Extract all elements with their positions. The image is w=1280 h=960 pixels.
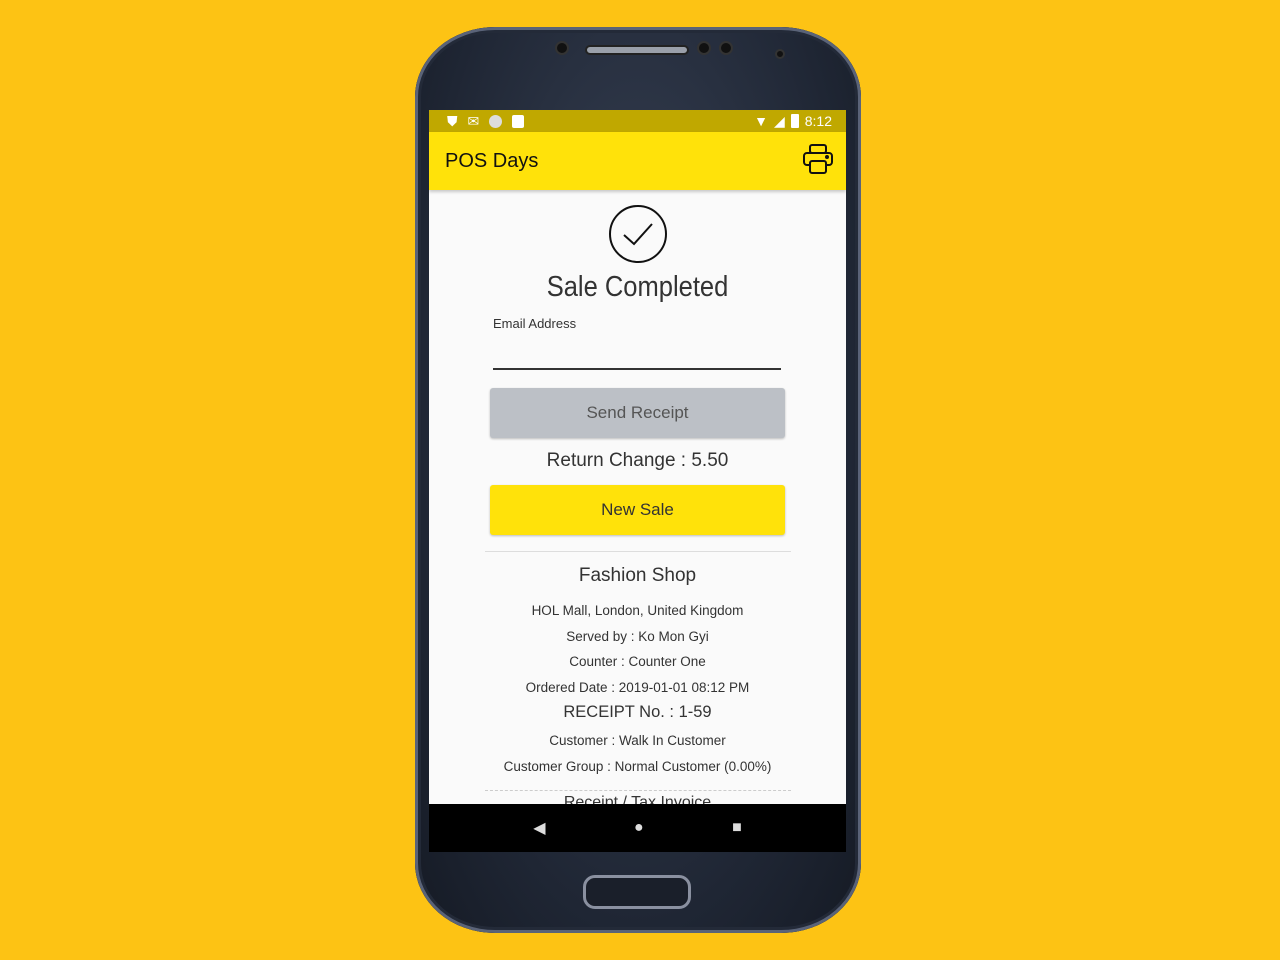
receipt-number: RECEIPT No. : 1-59 (563, 703, 712, 721)
counter: Counter : Counter One (569, 654, 706, 669)
circle-icon (489, 114, 503, 128)
check-circle-icon (608, 205, 667, 263)
return-change: Return Change : 5.50 (546, 450, 729, 471)
sd-card-icon (512, 114, 525, 128)
home-hardware-button[interactable] (583, 875, 691, 909)
printer-icon[interactable] (802, 143, 834, 180)
served-by: Served by : Ko Mon Gyi (566, 628, 709, 644)
sensor-icon (719, 41, 733, 55)
battery-icon (790, 114, 799, 128)
shield-icon: ⛊ (447, 112, 458, 129)
gmail-icon: ✉ (467, 112, 480, 129)
camera-icon (555, 41, 569, 55)
home-icon[interactable]: ● (634, 819, 644, 837)
screen: ⛊ ✉ ▼ ◢ 8:12 POS Days Sale Completed Ema… (429, 110, 846, 852)
shop-address: HOL Mall, London, United Kingdom (531, 603, 744, 618)
sale-complete-panel: Sale Completed Email Address Send Receip… (429, 190, 846, 811)
receipt: Fashion Shop HOL Mall, London, United Ki… (429, 564, 846, 779)
page-title: Sale Completed (546, 271, 729, 303)
shop-name: Fashion Shop (578, 565, 697, 586)
ordered-date: Ordered Date : 2019-01-01 08:12 PM (525, 679, 750, 695)
email-field[interactable] (493, 368, 781, 370)
sensor-icon (697, 41, 711, 55)
dashed-divider (485, 790, 791, 791)
recents-icon[interactable]: ■ (732, 819, 742, 837)
clock: 8:12 (804, 113, 832, 129)
divider (485, 551, 791, 552)
signal-icon: ◢ (773, 112, 785, 129)
email-label: Email Address (493, 316, 577, 331)
status-bar: ⛊ ✉ ▼ ◢ 8:12 (429, 110, 846, 132)
navigation-bar: ◀ ● ■ (429, 804, 846, 852)
customer-group: Customer Group : Normal Customer (0.00%) (503, 758, 772, 774)
front-camera-icon (775, 49, 785, 59)
new-sale-button[interactable]: New Sale (490, 485, 785, 535)
app-title: POS Days (445, 149, 539, 172)
app-bar: POS Days (429, 132, 846, 190)
wifi-icon: ▼ (754, 113, 768, 129)
speaker-grille (585, 45, 689, 55)
customer: Customer : Walk In Customer (549, 733, 726, 748)
back-icon[interactable]: ◀ (533, 818, 545, 838)
send-receipt-button[interactable]: Send Receipt (490, 388, 785, 438)
